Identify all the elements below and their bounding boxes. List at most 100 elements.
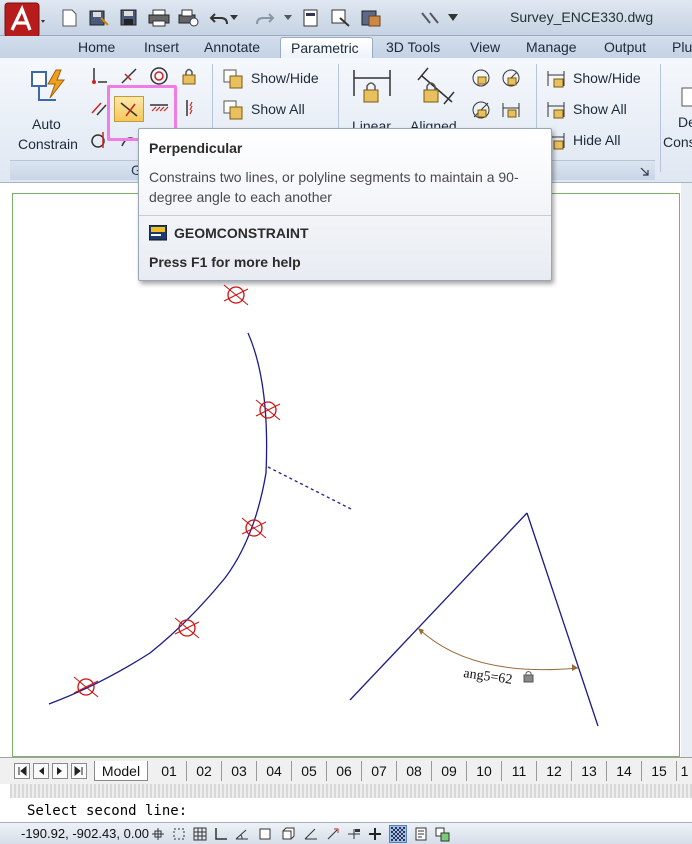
- layout-tab[interactable]: 12: [537, 761, 572, 781]
- layout-tab[interactable]: 02: [187, 761, 222, 781]
- delete-constraints-button[interactable]: De Cons: [662, 82, 692, 154]
- linear-dimension-button[interactable]: Linear: [348, 62, 396, 134]
- tab-plugins[interactable]: Plu: [672, 37, 692, 58]
- dynamic-ucs-icon[interactable]: [324, 825, 342, 843]
- layout-tab[interactable]: 10: [467, 761, 502, 781]
- ortho-mode-icon[interactable]: [212, 825, 230, 843]
- print-icon[interactable]: [148, 8, 170, 28]
- layout-tab[interactable]: 04: [257, 761, 292, 781]
- tooltip-divider: [139, 215, 551, 216]
- first-layout-icon[interactable]: [14, 763, 30, 779]
- last-layout-icon[interactable]: [71, 763, 87, 779]
- layout-tab[interactable]: 01: [152, 761, 187, 781]
- layout-tab[interactable]: 15: [642, 761, 677, 781]
- properties-icon[interactable]: [300, 8, 322, 28]
- next-layout-icon[interactable]: [52, 763, 68, 779]
- layout-tab[interactable]: 09: [432, 761, 467, 781]
- qat-dropdown-icon[interactable]: [446, 8, 460, 28]
- geometric-show-all-button[interactable]: Show All: [222, 99, 332, 121]
- 3d-object-snap-icon[interactable]: [279, 825, 297, 843]
- auto-constrain-button[interactable]: Auto Constrain: [14, 62, 78, 154]
- application-menu-button[interactable]: [4, 2, 48, 40]
- angular-dimension-arc[interactable]: [417, 627, 579, 671]
- polar-tracking-icon[interactable]: [233, 825, 251, 843]
- tab-home[interactable]: Home: [78, 37, 115, 58]
- constraint-marker[interactable]: [223, 284, 249, 306]
- selection-cycling-icon[interactable]: [433, 825, 451, 843]
- angle-line-right[interactable]: [526, 512, 599, 727]
- geometric-show-hide-button[interactable]: Show/Hide: [222, 68, 332, 90]
- undo-dropdown-icon[interactable]: [228, 8, 240, 28]
- title-bar: Survey_ENCE330.dwg: [0, 0, 692, 38]
- workspace-icon[interactable]: [420, 8, 442, 28]
- geometric-show-all-label: Show All: [251, 101, 305, 117]
- coordinate-readout[interactable]: -190.92, -902.43, 0.00: [21, 826, 149, 841]
- dimensional-show-hide-label: Show/Hide: [573, 70, 641, 86]
- delete-constraints-label-2: Cons: [663, 134, 692, 150]
- layout-tab[interactable]: 08: [397, 761, 432, 781]
- constraint-marker[interactable]: [174, 617, 200, 639]
- command-prompt: Select second line:: [27, 803, 188, 819]
- layout-tab[interactable]: 06: [327, 761, 362, 781]
- radial-icon[interactable]: [498, 66, 524, 90]
- grid-display-icon[interactable]: [191, 825, 209, 843]
- tab-annotate[interactable]: Annotate: [204, 37, 260, 58]
- publish-icon[interactable]: [360, 8, 382, 28]
- undo-icon[interactable]: [208, 8, 230, 28]
- quick-properties-icon[interactable]: [412, 825, 430, 843]
- redo-dropdown-icon[interactable]: [282, 8, 294, 28]
- command-line-window[interactable]: Select second line:: [0, 784, 692, 822]
- aligned-dimension-button[interactable]: Aligned: [408, 62, 464, 134]
- object-snap-tracking-icon[interactable]: [302, 825, 320, 843]
- previous-layout-icon[interactable]: [33, 763, 49, 779]
- road-centerline-curve[interactable]: [48, 332, 268, 705]
- layout-tab[interactable]: 11: [502, 761, 537, 781]
- layout-tab[interactable]: 05: [292, 761, 327, 781]
- block-editor-icon[interactable]: [330, 8, 352, 28]
- tooltip-help-text: Press F1 for more help: [149, 254, 301, 270]
- tab-output[interactable]: Output: [604, 37, 646, 58]
- diameter-icon[interactable]: [468, 98, 494, 122]
- constraint-marker[interactable]: [255, 399, 281, 421]
- tab-model[interactable]: Model: [94, 761, 148, 781]
- redo-icon[interactable]: [254, 8, 276, 28]
- dim-show-hide-icon: [547, 71, 565, 88]
- geometric-show-hide-label: Show/Hide: [251, 70, 319, 86]
- tab-view[interactable]: View: [470, 37, 500, 58]
- layout-tab[interactable]: 03: [222, 761, 257, 781]
- status-bar: -190.92, -902.43, 0.00: [0, 822, 692, 844]
- angle-dimension-text[interactable]: ang5=62: [462, 666, 513, 688]
- tab-3d-tools[interactable]: 3D Tools: [386, 37, 440, 58]
- layout-tab[interactable]: 1: [677, 761, 692, 781]
- command-line-grip[interactable]: [10, 784, 692, 798]
- save-as-icon[interactable]: [88, 8, 110, 28]
- lineweight-icon[interactable]: [366, 825, 384, 843]
- dimensional-hide-all-button[interactable]: Hide All: [545, 130, 655, 152]
- angular-icon[interactable]: [468, 66, 494, 90]
- panel-dialog-launcher-icon[interactable]: [640, 164, 652, 176]
- save-icon[interactable]: [118, 8, 140, 28]
- layout-tab[interactable]: 13: [572, 761, 607, 781]
- fix-icon[interactable]: [176, 64, 202, 88]
- dimensional-show-hide-button[interactable]: Show/Hide: [545, 68, 655, 90]
- plot-preview-icon[interactable]: [178, 8, 200, 28]
- tab-manage[interactable]: Manage: [526, 37, 577, 58]
- show-hide-icon: [223, 69, 243, 89]
- tab-insert[interactable]: Insert: [144, 37, 179, 58]
- convert-icon[interactable]: [498, 98, 524, 122]
- layout-tab[interactable]: 07: [362, 761, 397, 781]
- aligned-constraint-icon: [417, 67, 455, 105]
- tab-parametric[interactable]: Parametric: [280, 37, 373, 58]
- constraint-marker[interactable]: [73, 676, 99, 698]
- new-icon[interactable]: [58, 8, 80, 28]
- vertical-icon[interactable]: [176, 96, 202, 120]
- dimensional-show-all-button[interactable]: Show All: [545, 99, 655, 121]
- object-snap-icon[interactable]: [256, 825, 274, 843]
- dimension-arrow: [418, 628, 424, 635]
- layout-tab[interactable]: 14: [607, 761, 642, 781]
- dynamic-input-icon[interactable]: [345, 825, 363, 843]
- infer-constraints-icon[interactable]: [149, 825, 167, 843]
- transparency-icon[interactable]: [389, 825, 407, 843]
- snap-mode-icon[interactable]: [170, 825, 188, 843]
- dimensional-show-all-label: Show All: [573, 101, 627, 117]
